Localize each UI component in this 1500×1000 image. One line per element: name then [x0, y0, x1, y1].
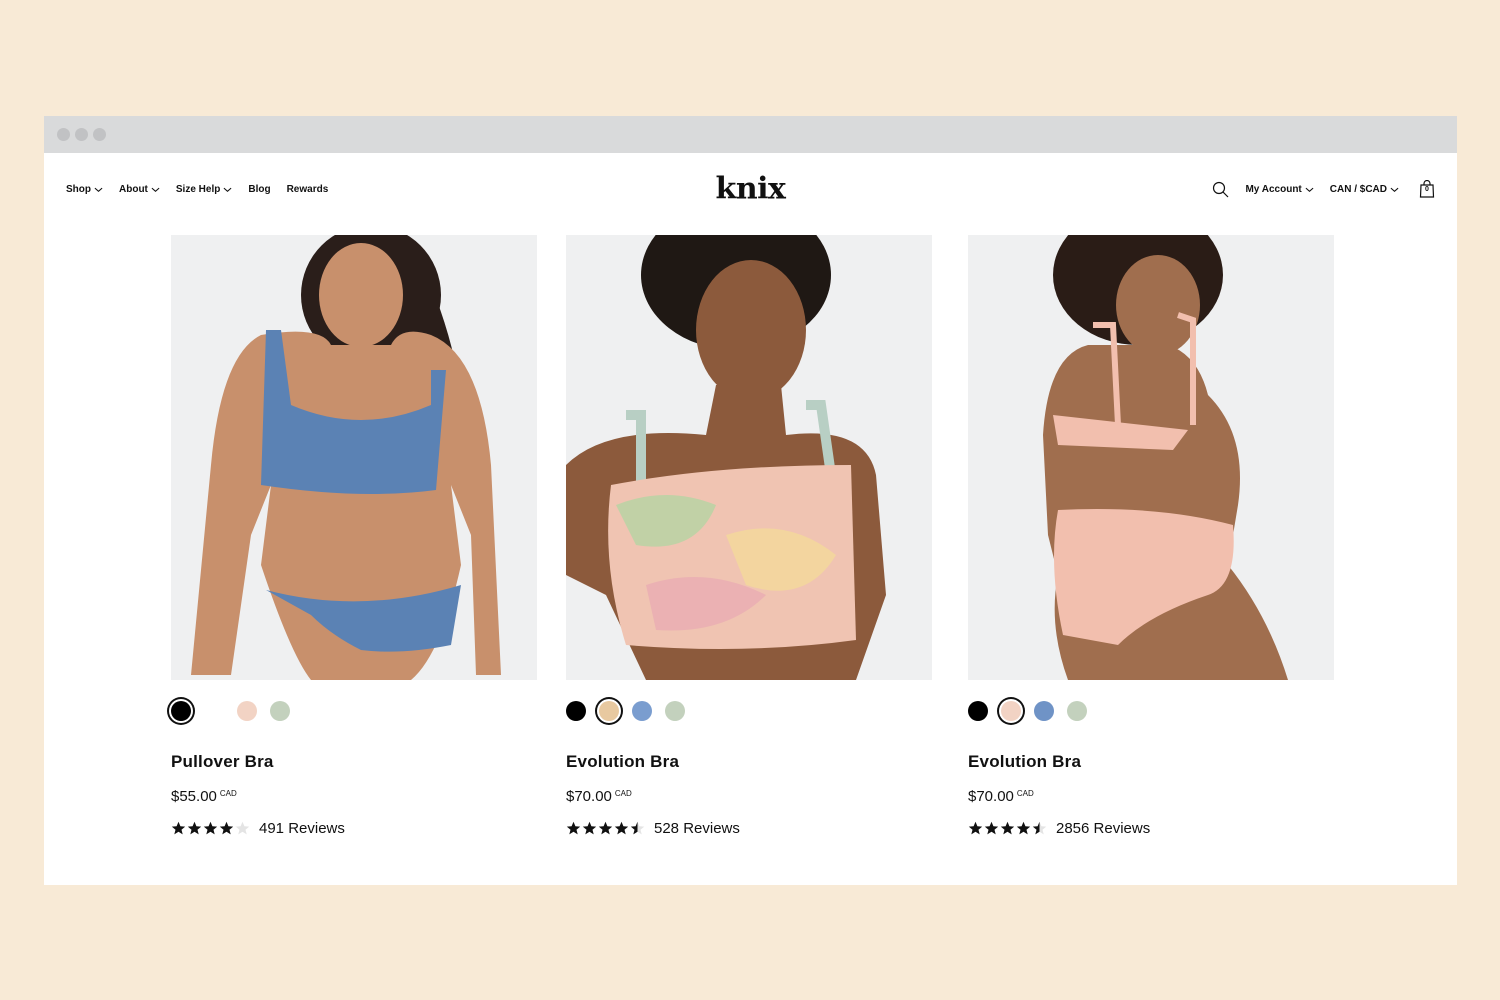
product-price: $55.00 CAD — [171, 788, 537, 805]
product-rating[interactable]: 528 Reviews — [566, 820, 932, 837]
primary-nav: Shop About Size Help Blog Rewards — [66, 184, 344, 195]
product-name[interactable]: Pullover Bra — [171, 752, 537, 772]
star-icon — [171, 821, 186, 835]
currency-label: CAN / $CAD — [1329, 183, 1387, 195]
cart-button[interactable]: 0 — [1419, 180, 1435, 198]
product-rating[interactable]: 491 Reviews — [171, 820, 537, 837]
swatch-blue[interactable] — [632, 701, 652, 721]
chevron-down-icon — [223, 187, 232, 192]
star-icon — [582, 821, 597, 835]
search-button[interactable] — [1212, 181, 1229, 198]
price-amount: $55.00 — [171, 788, 217, 805]
star-icon — [1000, 821, 1015, 835]
swatch-blue[interactable] — [1034, 701, 1054, 721]
swatch-print[interactable] — [599, 701, 619, 721]
star-icon — [203, 821, 218, 835]
chevron-down-icon — [151, 187, 160, 192]
star-rating — [566, 821, 646, 836]
nav-shop[interactable]: Shop — [66, 184, 103, 195]
chevron-down-icon — [1305, 187, 1314, 192]
swatch-sage[interactable] — [665, 701, 685, 721]
product-card[interactable]: Pullover Bra $55.00 CAD 491 Reviews — [171, 235, 537, 837]
star-icon — [614, 821, 629, 835]
swatch-black[interactable] — [968, 701, 988, 721]
nav-size-help[interactable]: Size Help — [176, 184, 232, 195]
price-amount: $70.00 — [968, 788, 1014, 805]
swatch-black[interactable] — [171, 701, 191, 721]
color-swatches — [566, 697, 932, 725]
chevron-down-icon — [1390, 187, 1399, 192]
swatch-sage[interactable] — [1067, 701, 1087, 721]
product-price: $70.00 CAD — [968, 788, 1334, 805]
star-icon — [1032, 821, 1047, 835]
product-name[interactable]: Evolution Bra — [968, 752, 1334, 772]
account-menu[interactable]: My Account — [1245, 183, 1314, 195]
utility-nav: My Account CAN / $CAD 0 — [1212, 180, 1435, 198]
nav-size-help-label: Size Help — [175, 183, 221, 195]
window-maximize-dot[interactable] — [93, 128, 106, 141]
nav-about[interactable]: About — [119, 184, 160, 195]
swatch-blush[interactable] — [237, 701, 257, 721]
product-name[interactable]: Evolution Bra — [566, 752, 932, 772]
product-image[interactable] — [171, 235, 537, 680]
star-icon — [968, 821, 983, 835]
cart-count: 0 — [1425, 186, 1429, 193]
price-amount: $70.00 — [566, 788, 612, 805]
nav-rewards-label: Rewards — [286, 183, 329, 195]
site-header: Shop About Size Help Blog Rewards knix M… — [44, 153, 1457, 225]
window-minimize-dot[interactable] — [75, 128, 88, 141]
model-figure — [191, 235, 501, 680]
window-close-dot[interactable] — [57, 128, 70, 141]
swatch-black[interactable] — [566, 701, 586, 721]
nav-blog-label: Blog — [248, 183, 271, 195]
color-swatches — [171, 697, 537, 725]
product-price: $70.00 CAD — [566, 788, 932, 805]
model-figure — [1043, 235, 1288, 680]
star-icon — [235, 821, 250, 835]
account-label: My Account — [1245, 183, 1302, 195]
site-logo[interactable]: knix — [716, 172, 786, 207]
review-count: 491 Reviews — [259, 820, 345, 837]
product-image[interactable] — [968, 235, 1334, 680]
star-icon — [598, 821, 613, 835]
swatch-white[interactable] — [204, 701, 224, 721]
nav-about-label: About — [119, 183, 148, 195]
search-icon — [1213, 181, 1229, 197]
review-count: 2856 Reviews — [1056, 820, 1151, 837]
browser-window: Shop About Size Help Blog Rewards knix M… — [44, 116, 1457, 885]
star-icon — [984, 821, 999, 835]
nav-rewards[interactable]: Rewards — [287, 184, 329, 195]
swatch-sage[interactable] — [270, 701, 290, 721]
chevron-down-icon — [94, 187, 103, 192]
star-icon — [566, 821, 581, 835]
price-currency: CAD — [614, 789, 632, 798]
browser-titlebar — [44, 116, 1457, 153]
model-figure — [566, 235, 886, 680]
star-icon — [219, 821, 234, 835]
price-currency: CAD — [219, 789, 237, 798]
star-rating — [968, 821, 1048, 836]
star-icon — [187, 821, 202, 835]
color-swatches — [968, 697, 1334, 725]
nav-blog[interactable]: Blog — [248, 184, 270, 195]
review-count: 528 Reviews — [654, 820, 740, 837]
star-icon — [630, 821, 645, 835]
currency-selector[interactable]: CAN / $CAD — [1330, 184, 1399, 195]
star-rating — [171, 821, 251, 836]
product-card[interactable]: Evolution Bra $70.00 CAD 528 Reviews — [566, 235, 932, 837]
nav-shop-label: Shop — [66, 183, 91, 195]
product-card[interactable]: Evolution Bra $70.00 CAD 2856 Reviews — [968, 235, 1334, 837]
swatch-blush[interactable] — [1001, 701, 1021, 721]
product-rating[interactable]: 2856 Reviews — [968, 820, 1334, 837]
product-image[interactable] — [566, 235, 932, 680]
price-currency: CAD — [1016, 789, 1034, 798]
star-icon — [1016, 821, 1031, 835]
